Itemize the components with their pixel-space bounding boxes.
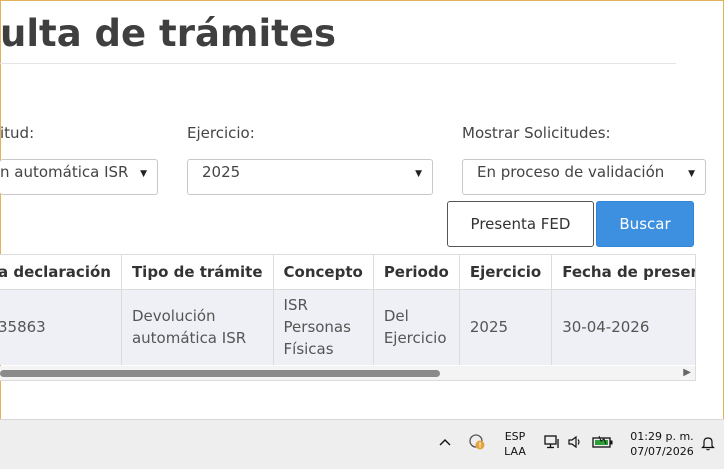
table-row[interactable]: 35863 Devolución automática ISR ISR Pers… [0,289,695,365]
title-divider [0,63,676,64]
scrollbar-thumb[interactable] [0,370,440,377]
presenta-fed-button[interactable]: Presenta FED [447,201,594,247]
ejercicio-select[interactable]: 2025 ▼ [187,159,433,195]
buscar-button[interactable]: Buscar [596,201,694,247]
solicitud-label: itud: [0,124,35,142]
notification-icon[interactable] [700,434,716,452]
chevron-down-icon: ▼ [140,169,147,179]
mostrar-select[interactable]: En proceso de validación ▼ [462,159,706,195]
chevron-down-icon: ▼ [415,169,422,179]
shield-warning-icon[interactable] [468,433,486,451]
header-tipo-tramite[interactable]: Tipo de trámite [121,255,274,290]
taskbar: ESP LAA 01:29 p. m. 07/07/2026 [0,419,724,469]
ejercicio-label: Ejercicio: [187,124,255,142]
cell-fecha: 30-04-2026 [551,289,695,365]
battery-icon[interactable] [591,433,615,451]
table-header-row: a declaración Tipo de trámite Concepto P… [0,255,695,290]
chevron-up-icon[interactable] [438,434,452,450]
mostrar-select-value: En proceso de validación [477,163,665,181]
cell-concepto: ISR Personas Físicas [273,289,374,365]
page-title: ulta de trámites [0,12,336,55]
horizontal-scrollbar[interactable]: ▶ [0,366,695,380]
language-indicator[interactable]: ESP LAA [501,429,529,459]
header-ejercicio[interactable]: Ejercicio [459,255,553,290]
header-periodo[interactable]: Periodo [373,255,460,290]
volume-icon[interactable] [566,433,584,451]
cell-periodo: Del Ejercicio [373,289,460,365]
solicitud-select[interactable]: n automática ISR ▼ [0,159,158,195]
language-code: ESP [504,430,526,443]
cell-tipo: Devolución automática ISR [121,289,274,365]
header-declaracion[interactable]: a declaración [0,255,122,290]
cell-declaracion: 35863 [0,289,122,365]
clock-date: 07/07/2026 [630,445,694,458]
header-fecha[interactable]: Fecha de presentación [551,255,695,290]
clock-time: 01:29 p. m. [630,430,694,443]
mostrar-label: Mostrar Solicitudes: [462,124,611,142]
results-grid: a declaración Tipo de trámite Concepto P… [0,255,695,365]
header-concepto[interactable]: Concepto [273,255,374,290]
ejercicio-select-value: 2025 [202,163,241,181]
solicitud-select-value: n automática ISR [0,163,129,181]
cell-ejercicio: 2025 [459,289,553,365]
results-table: a declaración Tipo de trámite Concepto P… [0,254,696,381]
chevron-down-icon: ▼ [688,169,695,179]
network-icon[interactable] [543,433,561,451]
clock[interactable]: 01:29 p. m. 07/07/2026 [624,429,700,459]
keyboard-layout: LAA [504,445,526,458]
scroll-right-icon[interactable]: ▶ [683,367,691,378]
